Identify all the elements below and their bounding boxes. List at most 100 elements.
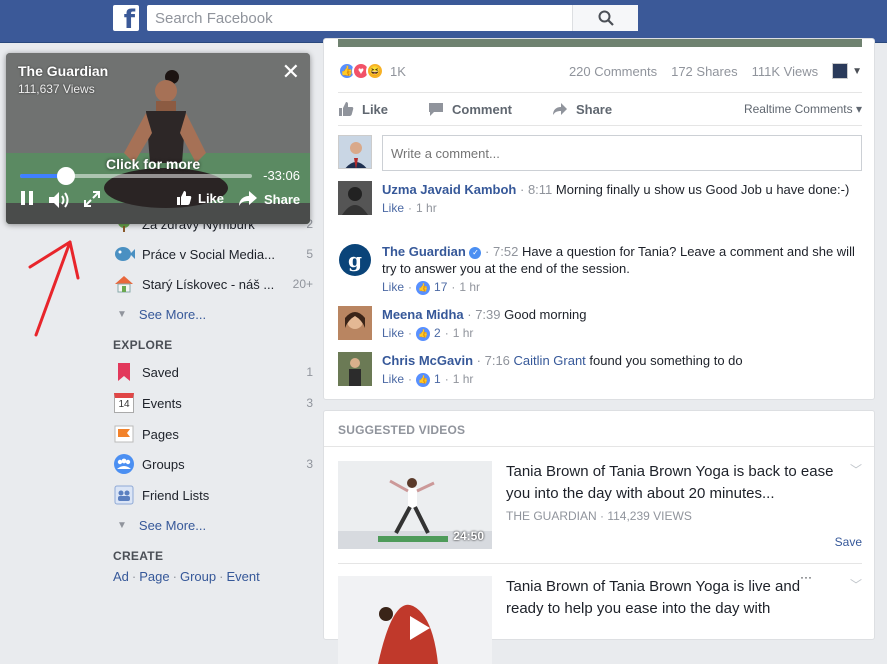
bookmark-icon	[113, 361, 135, 383]
realtime-comments-dropdown[interactable]: Realtime Comments ▾	[744, 102, 862, 116]
search-icon	[598, 10, 614, 26]
expand-icon	[84, 191, 100, 207]
create-page-link[interactable]: Page	[139, 569, 169, 584]
comment-author[interactable]: Meena Midha	[382, 307, 464, 322]
avatar	[338, 135, 372, 169]
share-label: Share	[575, 101, 613, 117]
comment-meta: Like · 👍 17 · 1 hr	[382, 279, 481, 296]
sidebar-item-friend-lists[interactable]: Friend Lists	[113, 482, 313, 508]
comment-mention[interactable]: Caitlin Grant	[514, 353, 586, 368]
shares-count[interactable]: 172 Shares	[671, 64, 738, 79]
video-source: THE GUARDIAN · 114,239 VIEWS	[506, 509, 692, 523]
comment-timestamp: 7:39	[475, 307, 501, 322]
player-title[interactable]: The Guardian	[18, 63, 108, 79]
suggested-videos-card: SUGGESTED VIDEOS 24:50 Tania Brown of Ta…	[323, 410, 875, 664]
see-more-link-1[interactable]: ▼ See More...	[117, 307, 206, 322]
video-title[interactable]: Tania Brown of Tania Brown Yoga is back …	[506, 461, 836, 505]
comment-like-button[interactable]: Like	[382, 325, 404, 342]
thumbs-up-icon	[177, 191, 192, 205]
more-options-icon[interactable]: ···	[800, 570, 812, 584]
sidebar-item-label: Práce v Social Media...	[142, 246, 275, 262]
sidebar-item-events[interactable]: 14 Events 3	[113, 390, 313, 416]
sidebar-item-groups[interactable]: Groups 3	[113, 451, 313, 477]
comment-item: Chris McGavin · 7:16 Caitlin Grant found…	[338, 352, 862, 388]
comment-text: Morning finally u show us Good Job u hav…	[555, 182, 850, 197]
comment-like-count[interactable]: 1	[434, 371, 441, 388]
fish-icon	[113, 243, 135, 265]
comment-like-count[interactable]: 17	[434, 279, 447, 296]
time-remaining: -33:06	[263, 168, 300, 183]
search-button[interactable]	[572, 5, 638, 31]
chevron-down-icon: ▼	[117, 309, 127, 320]
create-ad-link[interactable]: Ad	[113, 569, 129, 584]
close-icon[interactable]: ✕	[282, 61, 300, 83]
comment-text: Good morning	[504, 307, 587, 322]
chevron-down-icon[interactable]: ﹀	[850, 576, 862, 593]
sidebar-item-count: 20+	[292, 277, 313, 291]
chevron-down-icon: ▼	[117, 520, 127, 531]
comment-author[interactable]: Uzma Javaid Kamboh	[382, 182, 516, 197]
comment-like-button[interactable]: Like	[382, 371, 404, 388]
like-button[interactable]: Like	[338, 101, 388, 117]
facebook-logo[interactable]: f	[113, 5, 139, 31]
views-count[interactable]: 111K Views	[752, 64, 819, 79]
comment-button[interactable]: Comment	[428, 101, 512, 117]
video-progress-bar[interactable]	[20, 167, 252, 185]
avatar[interactable]	[338, 181, 372, 215]
sidebar-item-pages[interactable]: Pages	[113, 421, 313, 447]
post-card: 👍 ♥ 😆 1K 220 Comments 172 Shares 111K Vi…	[323, 38, 875, 400]
volume-button[interactable]	[48, 190, 72, 210]
pause-icon	[21, 191, 33, 205]
top-bar: f	[0, 0, 887, 43]
video-thumbnail[interactable]: 24:50	[338, 461, 492, 549]
comment-input[interactable]	[382, 135, 862, 171]
reactions-row: 👍 ♥ 😆 1K 220 Comments 172 Shares 111K Vi…	[338, 59, 862, 83]
chevron-down-icon[interactable]: ﹀	[850, 461, 862, 478]
comment-author[interactable]: Chris McGavin	[382, 353, 473, 368]
comment-like-button[interactable]: Like	[382, 200, 404, 217]
video-thumbnail[interactable]	[338, 576, 492, 664]
haha-reaction-icon[interactable]: 😆	[366, 62, 384, 80]
create-event-link[interactable]: Event	[226, 569, 259, 584]
comments-count[interactable]: 220 Comments	[569, 64, 657, 79]
comment-composer	[338, 135, 862, 171]
click-for-more[interactable]: Click for more	[106, 156, 200, 172]
avatar[interactable]: g	[338, 243, 372, 277]
search-input[interactable]	[147, 5, 572, 31]
share-button[interactable]: Share	[552, 101, 612, 117]
floating-video-player[interactable]: The Guardian 111,637 Views ✕ Click for m…	[6, 53, 310, 224]
save-video-button[interactable]: Save	[835, 535, 862, 549]
sidebar-item-label: Saved	[142, 364, 179, 380]
comment-body: Chris McGavin · 7:16 Caitlin Grant found…	[382, 352, 862, 388]
video-duration: 24:50	[453, 529, 484, 543]
page-selector[interactable]: ▼	[832, 63, 862, 79]
player-like-label: Like	[198, 190, 225, 206]
video-bottom-edge	[338, 39, 862, 47]
comment-like-count[interactable]: 2	[434, 325, 441, 342]
sidebar-item-label: Starý Lískovec - náš ...	[142, 276, 275, 292]
comment-body: Uzma Javaid Kamboh · 8:11 Morning finall…	[382, 181, 862, 217]
expand-button[interactable]	[83, 190, 101, 208]
comment-author[interactable]: The Guardian	[382, 244, 466, 259]
avatar	[832, 63, 849, 79]
reaction-count[interactable]: 1K	[390, 64, 406, 79]
sidebar-item-saved[interactable]: Saved 1	[113, 359, 313, 385]
post-stats: 220 Comments 172 Shares 111K Views ▼	[569, 63, 862, 79]
video-title[interactable]: Tania Brown of Tania Brown Yoga is live …	[506, 576, 836, 620]
comment-like-button[interactable]: Like	[382, 279, 404, 296]
player-like-button[interactable]: Like	[176, 190, 224, 206]
suggested-video-item: 24:50 Tania Brown of Tania Brown Yoga is…	[338, 461, 862, 549]
create-group-link[interactable]: Group	[180, 569, 216, 584]
avatar[interactable]	[338, 352, 372, 386]
comment-timestamp: 7:52	[493, 244, 519, 259]
avatar[interactable]	[338, 306, 372, 340]
sidebar-item-group-2[interactable]: Práce v Social Media... 5	[113, 241, 313, 267]
sidebar-item-count: 3	[306, 396, 313, 410]
sidebar-item-group-3[interactable]: Starý Lískovec - náš ... 20+	[113, 271, 313, 297]
pause-button[interactable]	[20, 190, 34, 206]
see-more-link-2[interactable]: ▼ See More...	[117, 518, 206, 533]
share-arrow-icon	[552, 103, 567, 115]
player-share-button[interactable]: Share	[238, 190, 300, 208]
like-bubble-icon: 👍	[416, 372, 431, 387]
separator: ·	[172, 569, 177, 584]
